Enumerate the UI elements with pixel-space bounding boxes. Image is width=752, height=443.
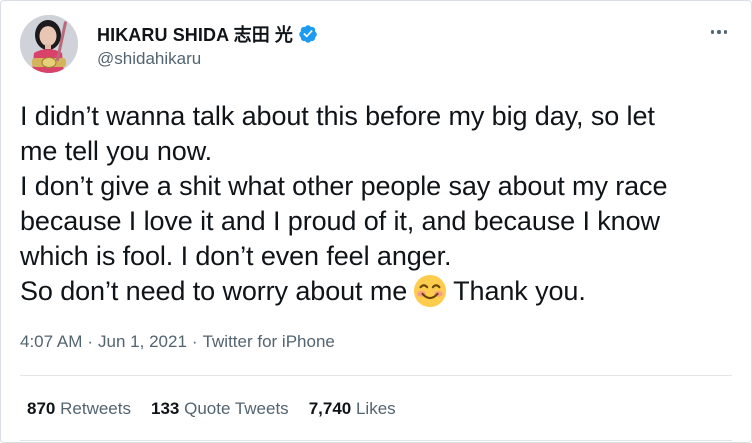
- quote-tweets-label: Quote Tweets: [184, 399, 289, 418]
- tweet-date[interactable]: Jun 1, 2021: [98, 332, 187, 352]
- tweet-line: I didn’t wanna talk about this before my…: [20, 101, 655, 131]
- meta-separator: ·: [87, 332, 94, 351]
- tweet-line-part: So don’t need to worry about me: [20, 276, 408, 306]
- author-display-name[interactable]: HIKARU SHIDA 志田 光: [97, 21, 293, 47]
- quote-tweets-stat[interactable]: 133 Quote Tweets: [151, 399, 289, 419]
- dot: [723, 30, 728, 34]
- smiling-face-emoji-icon: [414, 274, 447, 308]
- tweet-time[interactable]: 4:07 AM: [20, 332, 82, 352]
- retweets-count: 870: [27, 399, 56, 418]
- author-handle[interactable]: @shidahikaru: [97, 49, 201, 69]
- avatar[interactable]: [20, 15, 78, 73]
- tweet-stats: 870 Retweets 133 Quote Tweets 7,740 Like…: [27, 399, 396, 419]
- tweet-card: HIKARU SHIDA 志田 光 @shidahikaru I didn’t …: [0, 0, 752, 443]
- tweet-line: which is fool. I don’t even feel anger.: [20, 241, 452, 271]
- tweet-text: I didn’t wanna talk about this before my…: [20, 99, 735, 309]
- verified-badge-icon: [299, 25, 317, 43]
- dot: [710, 30, 715, 34]
- dot: [717, 30, 721, 34]
- divider: [20, 375, 732, 376]
- likes-stat[interactable]: 7,740 Likes: [309, 399, 396, 419]
- more-options-icon[interactable]: [705, 23, 733, 41]
- retweets-label: Retweets: [60, 399, 131, 418]
- tweet-line: I don’t give a shit what other people sa…: [20, 171, 668, 201]
- divider: [20, 440, 732, 441]
- tweet-source[interactable]: Twitter for iPhone: [203, 332, 335, 352]
- tweet-line: me tell you now.: [20, 136, 213, 166]
- meta-separator: ·: [191, 332, 198, 351]
- tweet-line-part: Thank you.: [453, 276, 586, 306]
- author-name-row: HIKARU SHIDA 志田 光: [97, 22, 318, 46]
- profile-photo-icon: [20, 15, 78, 73]
- tweet-line-last: So don’t need to worry about me Thank you…: [20, 274, 735, 309]
- likes-count: 7,740: [308, 399, 352, 418]
- quote-tweets-count: 133: [150, 399, 180, 418]
- likes-label: Likes: [355, 399, 396, 418]
- tweet-meta: 4:07 AM · Jun 1, 2021 · Twitter for iPho…: [20, 332, 335, 352]
- retweets-stat[interactable]: 870 Retweets: [27, 399, 131, 419]
- tweet-line: because I love it and I proud of it, and…: [20, 206, 660, 236]
